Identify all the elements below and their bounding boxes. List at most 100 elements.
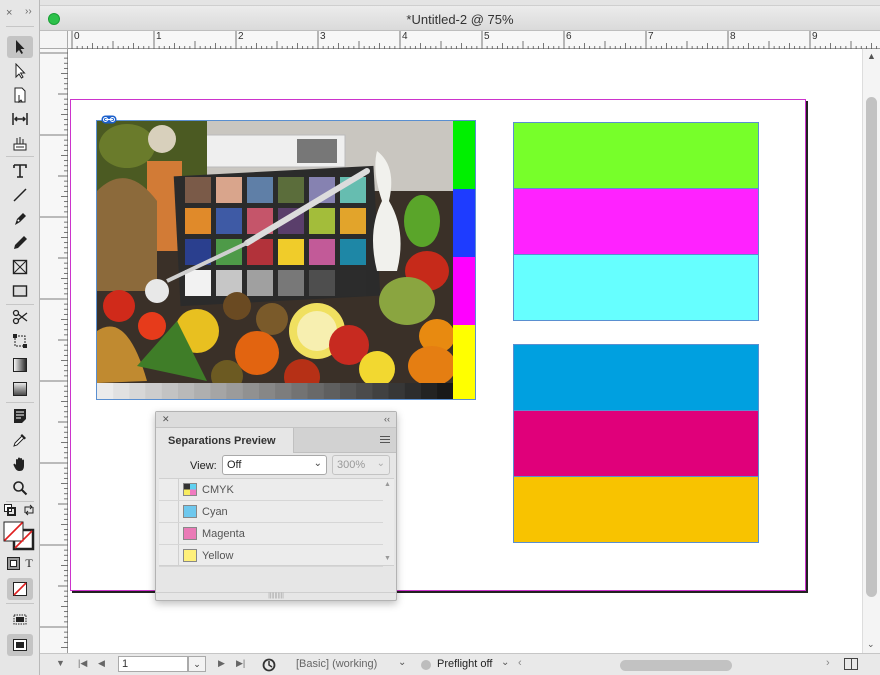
page-number-dropdown[interactable]: ⌄ [188,656,206,672]
ruler-origin[interactable] [40,31,68,49]
scroll-down-icon[interactable]: ⌄ [867,639,875,650]
page-tool[interactable] [7,84,33,106]
open-document-icon[interactable] [262,658,276,672]
none-swatch-icon [13,582,27,596]
style-dropdown-icon[interactable]: ⌄ [398,657,406,668]
visibility-toggle[interactable] [159,545,179,566]
gradient-feather-tool[interactable] [7,378,33,400]
separation-row-cyan[interactable]: Cyan [159,501,383,523]
photo-strip-swatch [453,189,475,257]
zoom-select[interactable]: 300% ⌄ [332,455,390,475]
gray-step [178,383,195,399]
hand-tool[interactable] [7,453,33,475]
collapse-icon[interactable]: ›› [25,6,32,17]
photo-strip-swatch [453,257,475,325]
zoom-tool[interactable] [7,477,33,499]
zoom-select-value: 300% [337,459,366,471]
previous-page-icon[interactable]: ◀ [98,658,105,669]
status-dropdown-chevron-icon[interactable]: ▼ [56,658,65,668]
working-style-label[interactable]: [Basic] (working) [296,658,377,670]
gradient-swatch-tool[interactable] [7,354,33,376]
gradient-feather-icon [13,382,27,396]
cmyk-color-bars[interactable] [513,344,759,543]
next-page-icon[interactable]: ▶ [218,658,225,669]
selection-tool[interactable] [7,36,33,58]
cmyk-color-bar[interactable] [514,476,758,542]
cmyk-color-bar[interactable] [514,410,758,476]
gap-icon [12,113,28,125]
divider [6,156,34,157]
page-number-field[interactable]: 1 [118,656,188,672]
pencil-tool[interactable] [7,232,33,254]
rectangle-tool[interactable] [7,280,33,302]
chevron-down-icon: ⌄ [376,458,385,469]
horizontal-scroll-thumb[interactable] [620,660,732,671]
eyedropper-tool[interactable] [7,429,33,451]
ruler-ticks [71,31,878,49]
close-icon[interactable]: ✕ [162,414,170,425]
placed-image-frame[interactable] [96,120,476,400]
close-icon[interactable]: × [6,7,12,19]
rgb-color-bars[interactable] [513,122,759,321]
formatting-text-icon[interactable]: T [22,555,36,571]
scroll-up-icon[interactable]: ▲ [867,51,876,61]
page-icon [14,87,26,103]
free-transform-tool[interactable] [7,330,33,352]
list-scrollbar[interactable]: ▲ ▼ [384,479,392,567]
view-mode-tool[interactable] [7,634,33,656]
swap-fill-stroke-icon[interactable] [22,503,36,517]
first-page-icon[interactable]: |◀ [78,658,87,669]
formatting-container-icon[interactable] [6,556,20,570]
content-collector-tool[interactable] [7,132,33,154]
line-tool[interactable] [7,184,33,206]
split-window-icon[interactable] [844,658,858,670]
direct-selection-tool[interactable] [7,60,33,82]
rgb-color-bar[interactable] [514,254,758,320]
scissors-tool[interactable] [7,306,33,328]
gap-tool[interactable] [7,108,33,130]
view-select[interactable]: Off ⌄ [222,455,327,475]
vertical-scrollbar[interactable]: ▲ ⌄ [862,49,880,653]
preflight-status-icon [421,660,431,670]
horizontal-ruler[interactable]: 0 1 2 3 4 5 6 7 8 9 [68,31,880,49]
panel-menu-icon[interactable] [380,436,390,445]
panel-resize-grip[interactable]: |||||||||| [156,592,396,600]
scroll-left-icon[interactable]: ‹ [518,657,522,669]
fill-stroke-swatch[interactable] [3,521,37,551]
gray-step [356,383,373,399]
tab-separations-preview[interactable]: Separations Preview [156,428,294,453]
type-tool[interactable] [7,160,33,182]
separation-row-yellow[interactable]: Yellow [159,545,383,567]
last-page-icon[interactable]: ▶| [236,658,245,669]
ruler-label: 3 [320,31,326,42]
link-icon[interactable] [101,115,117,124]
ruler-label: 2 [238,31,244,42]
vertical-ruler[interactable] [40,49,68,653]
preflight-status[interactable]: Preflight off [437,658,492,670]
cmyk-color-bar[interactable] [514,345,758,410]
scroll-right-icon[interactable]: › [826,657,830,669]
preflight-dropdown-icon[interactable]: ⌄ [501,657,509,668]
gray-step [404,383,422,399]
rgb-color-bar[interactable] [514,123,758,188]
gray-step [388,383,406,399]
rectangle-frame-tool[interactable] [7,256,33,278]
visibility-toggle[interactable] [159,479,179,500]
ruler-label: 9 [812,31,818,42]
note-tool[interactable] [7,405,33,427]
panel-header: ✕ ‹‹ [156,412,396,428]
tools-panel-header: × ›› [0,0,40,26]
pen-tool[interactable] [7,208,33,230]
separation-row-cmyk[interactable]: CMYK [159,479,383,501]
window-title: *Untitled-2 @ 75% [406,12,514,27]
apply-none-tool[interactable] [7,578,33,600]
visibility-toggle[interactable] [159,523,179,544]
collapse-panel-icon[interactable]: ‹‹ [384,414,390,424]
screen-mode-tool[interactable] [7,608,33,630]
default-fill-stroke-icon[interactable] [3,503,17,517]
vertical-scroll-thumb[interactable] [866,97,877,597]
visibility-toggle[interactable] [159,501,179,522]
rgb-color-bar[interactable] [514,188,758,254]
divider [6,26,34,27]
separation-row-magenta[interactable]: Magenta [159,523,383,545]
